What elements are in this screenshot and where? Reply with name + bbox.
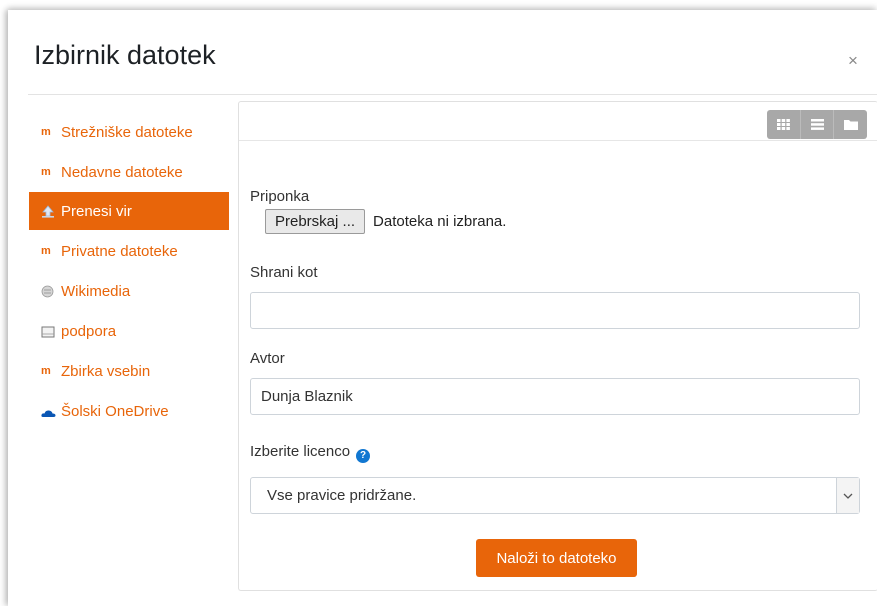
save-as-label: Shrani kot	[250, 264, 318, 281]
upload-file-button[interactable]: Naloži to datoteko	[476, 539, 637, 577]
sidebar-item-label: Prenesi vir	[61, 202, 132, 220]
save-as-input[interactable]	[250, 292, 860, 329]
chevron-down-icon	[836, 478, 859, 513]
license-select[interactable]: Vse pravice pridržane.	[250, 477, 860, 514]
folder-box-icon	[41, 325, 57, 338]
attachment-label: Priponka	[250, 188, 310, 205]
moodle-icon: m	[41, 126, 51, 138]
sidebar-item-label: podpora	[61, 322, 117, 340]
sidebar-item-label: Zbirka vsebin	[61, 362, 151, 380]
list-view-icon[interactable]	[800, 110, 835, 139]
license-label-row: Izberite licenco?	[250, 443, 371, 463]
author-input[interactable]: Dunja Blaznik	[250, 378, 860, 415]
sidebar-item-private-files[interactable]: m Privatne datoteke	[29, 232, 229, 270]
sidebar-item-onedrive[interactable]: Šolski OneDrive	[29, 392, 229, 430]
onedrive-icon	[41, 405, 57, 417]
moodle-icon: m	[41, 245, 51, 257]
browse-button[interactable]: Prebrskaj ...	[265, 209, 366, 234]
license-selected-value: Vse pravice pridržane.	[267, 487, 417, 504]
upload-panel: Priponka Prebrskaj ... Datoteka ni izbra…	[238, 101, 877, 591]
moodle-icon: m	[41, 365, 51, 377]
help-icon[interactable]: ?	[356, 448, 371, 463]
toolbar-divider	[239, 140, 877, 141]
moodle-icon: m	[41, 166, 51, 178]
sidebar-item-upload[interactable]: Prenesi vir	[29, 192, 229, 230]
sidebar-item-recent-files[interactable]: m Nedavne datoteke	[29, 153, 229, 191]
upload-icon	[41, 205, 57, 218]
dialog-title: Izbirnik datotek	[34, 40, 216, 70]
license-label: Izberite licenco	[250, 443, 351, 460]
sidebar-item-podpora[interactable]: podpora	[29, 312, 229, 350]
file-status-text: Datoteka ni izbrana.	[373, 213, 507, 230]
sidebar-item-label: Nedavne datoteke	[61, 163, 183, 181]
author-label: Avtor	[250, 350, 285, 367]
file-picker-dialog: Izbirnik datotek × m Strežniške datoteke…	[8, 10, 877, 606]
header-divider	[28, 94, 877, 95]
grid-view-icon[interactable]	[767, 110, 801, 139]
sidebar-item-label: Wikimedia	[61, 282, 131, 300]
sidebar-item-label: Privatne datoteke	[61, 242, 178, 260]
folder-view-icon[interactable]	[834, 110, 867, 139]
close-icon[interactable]: ×	[848, 51, 858, 71]
file-input-row: Prebrskaj ... Datoteka ni izbrana.	[265, 209, 506, 234]
sidebar-item-label: Šolski OneDrive	[61, 402, 169, 420]
wikimedia-icon	[41, 285, 57, 298]
sidebar-item-server-files[interactable]: m Strežniške datoteke	[29, 113, 229, 151]
sidebar-item-label: Strežniške datoteke	[61, 123, 193, 141]
view-switcher	[767, 110, 867, 139]
sidebar-item-wikimedia[interactable]: Wikimedia	[29, 272, 229, 310]
sidebar-item-content-bank[interactable]: m Zbirka vsebin	[29, 352, 229, 390]
